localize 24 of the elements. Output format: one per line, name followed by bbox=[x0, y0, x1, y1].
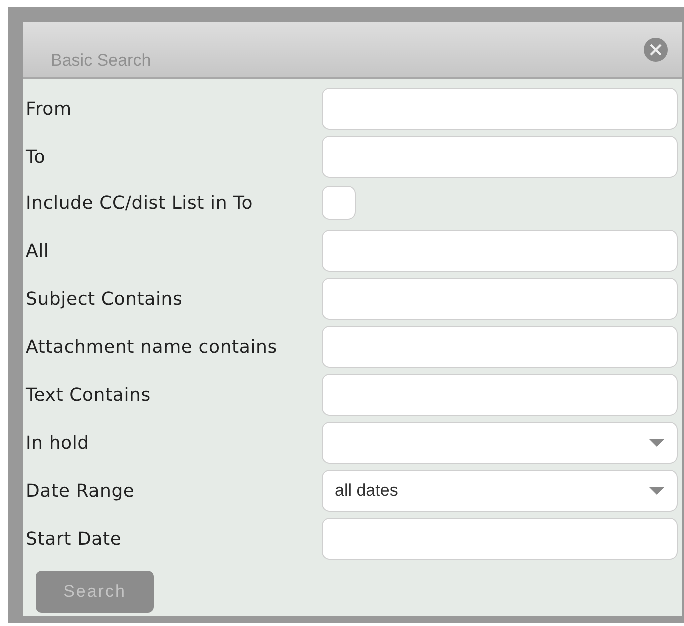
caret-icon bbox=[649, 439, 665, 447]
field-label: All bbox=[25, 240, 50, 262]
field-label: Attachment name contains bbox=[25, 336, 278, 358]
field-label: To bbox=[25, 146, 47, 168]
caret-icon bbox=[649, 487, 665, 495]
input-field[interactable] bbox=[322, 88, 678, 130]
dropdown[interactable] bbox=[322, 422, 678, 464]
field-label: Date Range bbox=[25, 480, 136, 502]
field-label: From bbox=[25, 98, 73, 120]
input-field[interactable] bbox=[322, 136, 678, 178]
close-icon[interactable] bbox=[644, 38, 668, 62]
input-field[interactable] bbox=[322, 374, 678, 416]
field-label: In hold bbox=[25, 432, 90, 454]
field-label: Include CC/dist List in To bbox=[25, 192, 254, 214]
input-field[interactable] bbox=[322, 326, 678, 368]
field-label: Start Date bbox=[25, 528, 123, 550]
field-label: Text Contains bbox=[25, 384, 152, 406]
checkbox[interactable] bbox=[322, 186, 356, 220]
field-label: Subject Contains bbox=[25, 288, 184, 310]
input-field[interactable] bbox=[322, 278, 678, 320]
dropdown[interactable]: all dates bbox=[322, 470, 678, 512]
input-field[interactable] bbox=[322, 518, 678, 560]
input-field[interactable] bbox=[322, 230, 678, 272]
dialog-title: Basic Search bbox=[51, 51, 152, 71]
